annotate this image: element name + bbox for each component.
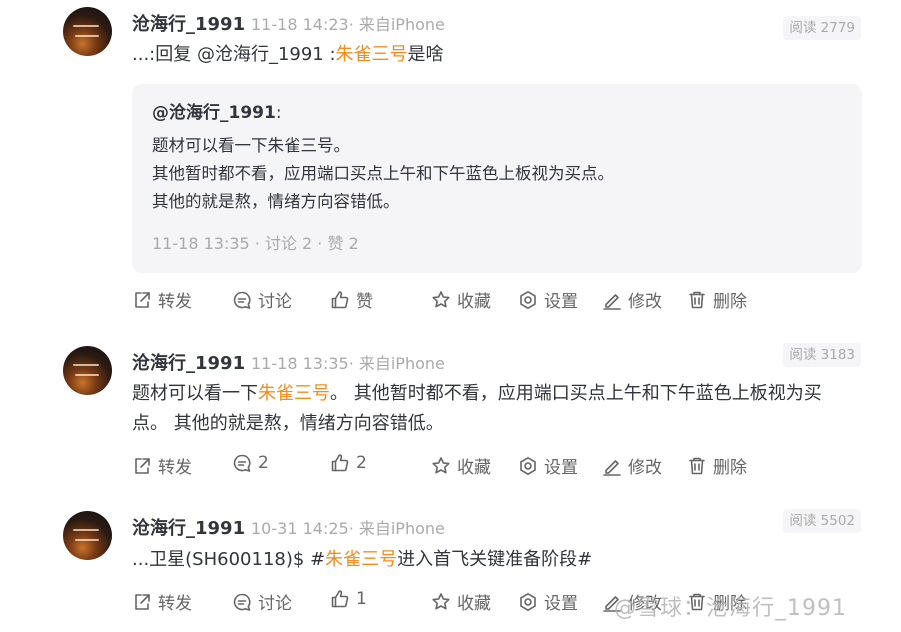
quote-line: 其他暂时都不看，应用端口买点上午和下午蓝色上板视为买点。 bbox=[152, 164, 614, 183]
quoted-post[interactable]: @沧海行_1991: 题材可以看一下朱雀三号。 其他暂时都不看，应用端口买点上午… bbox=[132, 84, 862, 273]
star-icon bbox=[432, 592, 450, 609]
repost-icon bbox=[135, 593, 150, 610]
post-meta: 11-18 14:23· 来自iPhone bbox=[251, 15, 445, 34]
like-button[interactable]: 2 bbox=[330, 453, 367, 473]
settings-button[interactable]: 设置 bbox=[518, 453, 578, 478]
post-content: ...:回复 @沧海行_1991 :朱雀三号是啥 bbox=[132, 40, 857, 70]
post-actions: 转发 2 2 收藏 设置 修改 删除 bbox=[132, 453, 832, 479]
favorite-button[interactable]: 收藏 bbox=[431, 287, 491, 312]
topic-link[interactable]: 朱雀三号 bbox=[336, 44, 408, 65]
topic-link[interactable]: 朱雀三号 bbox=[258, 383, 330, 404]
post-meta: 11-18 13:35· 来自iPhone bbox=[251, 354, 445, 373]
like-icon bbox=[331, 454, 349, 472]
edit-icon bbox=[603, 459, 621, 476]
like-button[interactable]: 赞 bbox=[330, 287, 373, 312]
gear-icon bbox=[520, 290, 536, 309]
post-actions: 转发 讨论 赞 收藏 设置 修改 删除 bbox=[132, 287, 832, 313]
comment-button[interactable]: 讨论 bbox=[232, 287, 292, 312]
comment-button[interactable]: 讨论 bbox=[232, 589, 292, 614]
quote-line: 其他的就是熬，情绪方向容错低。 bbox=[152, 192, 400, 211]
edit-button[interactable]: 修改 bbox=[602, 287, 662, 312]
watermark: @雪球：沧海行_1991 bbox=[614, 596, 847, 621]
content-text: 题材可以看一下 bbox=[132, 383, 258, 404]
trash-icon bbox=[689, 457, 705, 474]
username[interactable]: 沧海行_1991 bbox=[132, 10, 245, 36]
edit-icon bbox=[603, 293, 621, 310]
content-text: ...卫星(SH600118)$ # bbox=[132, 549, 326, 570]
settings-button[interactable]: 设置 bbox=[518, 589, 578, 614]
trash-icon bbox=[689, 291, 705, 308]
like-button[interactable]: 1 bbox=[330, 589, 367, 609]
repost-button[interactable]: 转发 bbox=[132, 287, 192, 312]
comment-icon bbox=[233, 291, 251, 309]
like-icon bbox=[331, 290, 349, 308]
repost-icon bbox=[135, 457, 150, 474]
like-icon bbox=[331, 590, 349, 608]
topic-link[interactable]: 朱雀三号 bbox=[325, 549, 397, 570]
avatar[interactable] bbox=[63, 7, 112, 56]
comment-button[interactable]: 2 bbox=[232, 453, 269, 473]
username[interactable]: 沧海行_1991 bbox=[132, 514, 245, 540]
edit-button[interactable]: 修改 bbox=[602, 453, 662, 478]
star-icon bbox=[432, 456, 450, 473]
post-content: ...卫星(SH600118)$ #朱雀三号进入首飞关键准备阶段# bbox=[132, 545, 857, 575]
username[interactable]: 沧海行_1991 bbox=[132, 349, 245, 375]
quote-line: 题材可以看一下朱雀三号。 bbox=[152, 136, 350, 155]
post-meta: 10-31 14:25· 来自iPhone bbox=[251, 519, 445, 538]
quote-author[interactable]: @沧海行_1991: bbox=[152, 98, 842, 128]
star-icon bbox=[432, 290, 450, 307]
post-content: 题材可以看一下朱雀三号。 其他暂时都不看，应用端口买点上午和下午蓝色上板视为买点… bbox=[132, 379, 857, 439]
repost-button[interactable]: 转发 bbox=[132, 589, 192, 614]
content-text: ...:回复 @沧海行_1991 : bbox=[132, 44, 336, 65]
avatar[interactable] bbox=[63, 346, 112, 395]
avatar[interactable] bbox=[63, 511, 112, 560]
comment-icon bbox=[233, 454, 251, 472]
favorite-button[interactable]: 收藏 bbox=[431, 453, 491, 478]
comment-icon bbox=[233, 593, 251, 611]
content-text: 进入首飞关键准备阶段# bbox=[397, 549, 593, 570]
delete-button[interactable]: 删除 bbox=[687, 453, 747, 478]
repost-button[interactable]: 转发 bbox=[132, 453, 192, 478]
read-count-badge: 阅读 3183 bbox=[783, 343, 861, 367]
gear-icon bbox=[520, 592, 536, 611]
delete-button[interactable]: 删除 bbox=[687, 287, 747, 312]
content-text: 是啥 bbox=[407, 44, 444, 65]
repost-icon bbox=[135, 291, 150, 308]
quote-meta: 11-18 13:35 · 讨论 2 · 赞 2 bbox=[152, 234, 359, 253]
gear-icon bbox=[520, 456, 536, 475]
read-count-badge: 阅读 2779 bbox=[783, 16, 861, 40]
settings-button[interactable]: 设置 bbox=[518, 287, 578, 312]
read-count-badge: 阅读 5502 bbox=[783, 509, 861, 533]
favorite-button[interactable]: 收藏 bbox=[431, 589, 491, 614]
